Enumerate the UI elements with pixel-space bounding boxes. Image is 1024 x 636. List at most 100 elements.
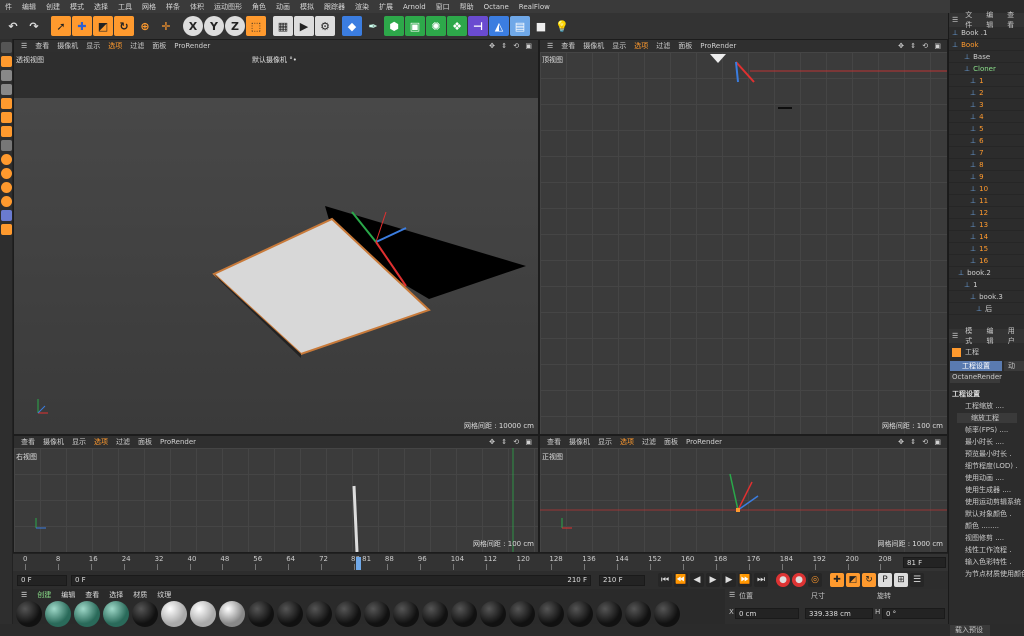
material-menu-select[interactable]: 选择 [104, 590, 128, 600]
menu-item[interactable]: 窗口 [431, 2, 455, 12]
undo-icon[interactable]: ↶ [3, 16, 23, 36]
menu-cameras[interactable]: 摄像机 [53, 41, 82, 51]
right-viewport[interactable]: 查看 摄像机 显示 选项 过滤 面板 ProRender ✥ ⇕ ⟲ ▣ 右视图… [13, 435, 539, 553]
timeline-playhead[interactable] [356, 557, 361, 570]
attribute-row[interactable]: 帧率(FPS) .... [949, 424, 1024, 436]
menu-item[interactable]: 选择 [89, 2, 113, 12]
coord-x-field[interactable]: 0 cm [735, 608, 799, 619]
menu-item[interactable]: 扩展 [374, 2, 398, 12]
menu-item[interactable]: 角色 [247, 2, 271, 12]
solo-icon[interactable] [1, 224, 12, 235]
menu-filter[interactable]: 过滤 [652, 41, 674, 51]
menu-display[interactable]: 显示 [68, 437, 90, 447]
hamburger-icon[interactable]: ☰ [949, 332, 961, 340]
om-menu-view[interactable]: 查看 [1003, 10, 1024, 30]
y-axis-lock-icon[interactable]: Y [204, 16, 224, 36]
menu-item[interactable]: 编辑 [17, 2, 41, 12]
light-icon[interactable]: 💡 [552, 16, 572, 36]
viewport-nav-icons[interactable]: ✥ ⇕ ⟲ ▣ [894, 42, 947, 50]
play-icon[interactable]: ▶ [706, 573, 720, 587]
object-row[interactable]: ⊥ Cloner [949, 63, 1024, 75]
object-row[interactable]: ⊥ 14 [949, 231, 1024, 243]
enable-axis-icon[interactable] [1, 140, 12, 151]
camera-icon[interactable]: ■ [531, 16, 551, 36]
menu-cameras[interactable]: 摄像机 [39, 437, 68, 447]
menu-panel[interactable]: 面板 [148, 41, 170, 51]
material-swatch[interactable] [422, 601, 448, 627]
coordinate-system-icon[interactable]: ⬚ [246, 16, 266, 36]
z-axis-lock-icon[interactable]: Z [225, 16, 245, 36]
top-viewport[interactable]: ☰ 查看 摄像机 显示 选项 过滤 面板 ProRender ✥ ⇕ ⟲ ▣ 顶… [539, 39, 948, 435]
material-swatch[interactable] [480, 601, 506, 627]
hamburger-icon[interactable]: ☰ [16, 591, 32, 599]
transform-icon[interactable]: ✛ [156, 16, 176, 36]
hamburger-icon[interactable]: ☰ [17, 42, 31, 50]
object-row[interactable]: ⊥ 8 [949, 159, 1024, 171]
menu-filter[interactable]: 过滤 [112, 437, 134, 447]
viewport-nav-icons[interactable]: ✥ ⇕ ⟲ ▣ [485, 438, 538, 446]
material-menu-edit[interactable]: 编辑 [56, 590, 80, 600]
menu-item[interactable]: Arnold [398, 3, 431, 11]
attribute-row[interactable]: 工程缩放 .... [949, 400, 1024, 412]
end-frame-field[interactable]: 210 F [599, 574, 645, 586]
object-row[interactable]: ⊥ book.3 [949, 291, 1024, 303]
cloner-icon[interactable]: ✺ [426, 16, 446, 36]
object-row[interactable]: ⊥ Book [949, 39, 1024, 51]
attribute-row[interactable]: 默认对象颜色 . [949, 508, 1024, 520]
menu-item[interactable]: 跟踪器 [319, 2, 350, 12]
array-icon[interactable]: ❖ [447, 16, 467, 36]
menu-prorender[interactable]: ProRender [696, 42, 740, 50]
material-swatch[interactable] [393, 601, 419, 627]
tab-dynamics[interactable]: 动 [1004, 361, 1024, 371]
material-swatch[interactable] [277, 601, 303, 627]
timeline-window-icon[interactable]: ☰ [910, 573, 924, 587]
hamburger-icon[interactable]: ☰ [543, 42, 557, 50]
material-swatch[interactable] [219, 601, 245, 627]
x-axis-lock-icon[interactable]: X [183, 16, 203, 36]
object-row[interactable]: ⊥ 1 [949, 279, 1024, 291]
front-viewport[interactable]: 查看 摄像机 显示 选项 过滤 面板 ProRender ✥ ⇕ ⟲ ▣ 正视图… [539, 435, 948, 553]
object-row[interactable]: ⊥ 15 [949, 243, 1024, 255]
material-swatch[interactable] [248, 601, 274, 627]
menu-panel[interactable]: 面板 [660, 437, 682, 447]
attribute-row[interactable]: 预览最小时长 . [949, 448, 1024, 460]
menu-options[interactable]: 选项 [104, 41, 126, 51]
render-settings-icon[interactable]: ⚙ [315, 16, 335, 36]
model-mode-icon[interactable] [1, 56, 12, 67]
attribute-row[interactable]: 线性工作流程 . [949, 544, 1024, 556]
object-row[interactable]: ⊥ 9 [949, 171, 1024, 183]
menu-filter[interactable]: 过滤 [126, 41, 148, 51]
object-row[interactable]: ⊥ 6 [949, 135, 1024, 147]
material-swatch[interactable] [364, 601, 390, 627]
scale-project-button[interactable]: 缩放工程 [957, 413, 1017, 423]
menu-cameras[interactable]: 摄像机 [579, 41, 608, 51]
menu-panel[interactable]: 面板 [674, 41, 696, 51]
timeline-ruler[interactable]: 0816243240485664728088961041121201281361… [13, 553, 948, 571]
object-row[interactable]: ⊥ 5 [949, 123, 1024, 135]
object-row[interactable]: ⊥ Base [949, 51, 1024, 63]
menu-item[interactable]: 件 [0, 2, 17, 12]
spline-pen-icon[interactable]: ✒ [363, 16, 383, 36]
edges-mode-icon[interactable] [1, 112, 12, 123]
menu-item[interactable]: RealFlow [514, 3, 555, 11]
key-rotation-icon[interactable]: ↻ [862, 573, 876, 587]
attribute-row[interactable]: 最小时长 .... [949, 436, 1024, 448]
menu-item[interactable]: 创建 [41, 2, 65, 12]
om-menu-file[interactable]: 文件 [961, 10, 982, 30]
move-tool-icon[interactable]: ✚ [72, 16, 92, 36]
menu-item[interactable]: 工具 [113, 2, 137, 12]
object-row[interactable]: ⊥ 7 [949, 147, 1024, 159]
subdivision-surface-icon[interactable]: ⬢ [384, 16, 404, 36]
am-menu-user[interactable]: 用户 [1004, 326, 1024, 346]
attribute-row[interactable]: 使用运动剪辑系统 [949, 496, 1024, 508]
workplane-lock-icon[interactable] [1, 182, 12, 193]
object-row[interactable]: ⊥ 12 [949, 207, 1024, 219]
object-row[interactable]: ⊥ 16 [949, 255, 1024, 267]
tab-octanerender[interactable]: OctaneRender [950, 373, 1002, 383]
scale-tool-icon[interactable]: ◩ [93, 16, 113, 36]
menu-view[interactable]: 查看 [31, 41, 53, 51]
material-swatch[interactable] [132, 601, 158, 627]
frame-range-slider[interactable]: 0 F 210 F [71, 574, 591, 586]
start-frame-field[interactable]: 0 F [17, 574, 67, 586]
menu-prorender[interactable]: ProRender [682, 438, 726, 446]
